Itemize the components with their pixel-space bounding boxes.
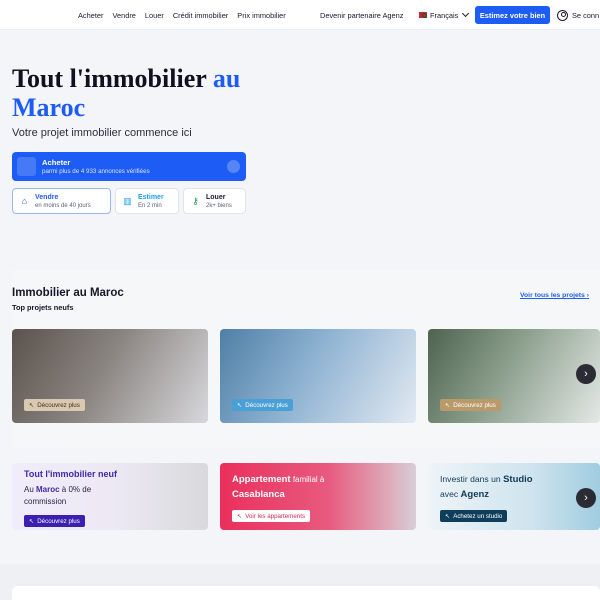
discover-label: Découvrez plus <box>453 401 496 409</box>
rent-detail: 2k+ biens <box>206 203 232 209</box>
promo-card-studio[interactable]: Investir dans un Studio avec Agenz ↖ Ache… <box>428 463 600 530</box>
project-card[interactable]: ↖ Découvrez plus <box>12 329 208 423</box>
discover-more-button[interactable]: ↖ Découvrez plus <box>440 399 501 411</box>
rent-option-card[interactable]: ⚷ Louer 2k+ biens <box>183 188 246 214</box>
next-section-card <box>12 586 600 600</box>
key-icon: ⚷ <box>192 196 199 206</box>
cursor-icon: ↖ <box>445 512 451 520</box>
project-card[interactable]: ↖ Découvrez plus <box>220 329 416 423</box>
discover-label: Découvrez plus <box>245 401 288 409</box>
chevron-down-icon <box>462 9 470 18</box>
nav-link-credit[interactable]: Crédit immobilier <box>173 11 228 20</box>
promo-studio-line2-pre: avec <box>440 489 461 499</box>
section-subtitle: Top projets neufs <box>12 303 74 312</box>
estimate-label: Estimer <box>138 194 164 201</box>
rent-label: Louer <box>206 194 226 201</box>
section-title: Immobilier au Maroc <box>12 287 124 299</box>
promo-family-cta-label: Voir les appartements <box>245 512 306 520</box>
sell-detail: en moins de 40 jours <box>35 203 91 209</box>
partner-link[interactable]: Devenir partenaire Agenz <box>320 0 403 30</box>
promo-studio-line2: avec Agenz <box>440 489 489 500</box>
promo-family-headline: Appartement familial à <box>232 474 324 485</box>
promo-studio-line1-bold: Studio <box>503 474 533 485</box>
see-all-label: Voir tous les projets <box>520 292 585 299</box>
chevron-right-icon: › <box>586 292 589 299</box>
morocco-flag-icon <box>419 12 427 18</box>
promo-new-cta-label: Découvrez plus <box>37 517 80 525</box>
cursor-icon: ↖ <box>29 517 35 525</box>
discover-more-button[interactable]: ↖ Découvrez plus <box>232 399 293 411</box>
promo-family-city: Casablanca <box>232 489 285 500</box>
login-label: Se conn <box>572 10 600 20</box>
promo-family-headline-bold: Appartement <box>232 474 291 485</box>
project-card[interactable]: ↖ Découvrez plus <box>428 329 600 423</box>
promo-studio-line2-bold: Agenz <box>460 489 490 500</box>
user-icon <box>557 9 568 21</box>
nav-links: Acheter Vendre Louer Crédit immobilier P… <box>78 0 286 30</box>
nav-link-acheter[interactable]: Acheter <box>78 11 103 20</box>
promo-new-line1-post: à 0% de <box>59 485 92 494</box>
buy-option-card[interactable]: Acheter parmi plus de 4 933 annonces vér… <box>12 152 246 181</box>
promo-card-family-apartment[interactable]: Appartement familial à Casablanca ↖ Voir … <box>220 463 416 530</box>
see-all-projects-link[interactable]: Voir tous les projets › <box>520 292 589 299</box>
promo-studio-cta-label: Achetez un studio <box>453 512 503 520</box>
promo-carousel-next-button[interactable]: › <box>576 488 596 508</box>
cursor-icon: ↖ <box>445 401 451 409</box>
buy-label: Acheter <box>42 158 71 167</box>
promo-new-line1-pre: Au <box>24 485 37 494</box>
promo-new-cta-button[interactable]: ↖ Découvrez plus <box>24 515 85 527</box>
promo-new-line2: commission <box>24 497 67 506</box>
projects-section: Immobilier au Maroc Top projets neufs Vo… <box>12 270 600 448</box>
buy-icon <box>17 157 36 176</box>
promo-new-line1-bold: Maroc <box>36 485 60 494</box>
cursor-icon: ↖ <box>237 401 243 409</box>
nav-link-louer[interactable]: Louer <box>145 11 164 20</box>
promo-new-headline: Tout l'immobilier neuf <box>24 469 117 479</box>
promo-studio-cta-button[interactable]: ↖ Achetez un studio <box>440 510 508 522</box>
top-navigation: Acheter Vendre Louer Crédit immobilier P… <box>0 0 600 30</box>
buy-detail: parmi plus de 4 933 annonces vérifiées <box>42 168 150 175</box>
sell-label: Vendre <box>35 194 59 201</box>
login-button[interactable]: Se conn <box>557 0 599 30</box>
estimate-property-button[interactable]: Estimez votre bien <box>475 6 550 24</box>
sell-option-card[interactable]: ⌂ Vendre en moins de 40 jours <box>12 188 111 214</box>
promo-family-cta-button[interactable]: ↖ Voir les appartements <box>232 510 311 522</box>
promo-new-line1: Au Maroc à 0% de <box>24 485 91 494</box>
discover-label: Découvrez plus <box>37 401 80 409</box>
house-icon: ⌂ <box>21 196 28 206</box>
estimate-option-card[interactable]: ▥ Estimer En 2 min <box>115 188 179 214</box>
hero-title: Tout l'immobilier au Maroc <box>12 64 312 122</box>
buy-arrow-icon <box>227 160 240 173</box>
hero-title-accent-country: Maroc <box>12 93 86 122</box>
nav-link-prix[interactable]: Prix immobilier <box>237 11 285 20</box>
hero-title-accent: au <box>212 64 241 93</box>
cursor-icon: ↖ <box>237 512 243 520</box>
promo-card-new-property[interactable]: Tout l'immobilier neuf Au Maroc à 0% de … <box>12 463 208 530</box>
language-label: Français <box>430 10 459 20</box>
chart-icon: ▥ <box>123 196 132 206</box>
hero-section: Tout l'immobilier au Maroc Votre projet … <box>0 30 600 248</box>
promo-studio-line1-pre: Investir dans un <box>440 474 504 484</box>
language-selector[interactable]: Français <box>419 0 470 30</box>
promo-family-headline-rest: familial à <box>290 475 325 484</box>
carousel-next-button[interactable]: › <box>576 364 596 384</box>
nav-link-vendre[interactable]: Vendre <box>112 11 135 20</box>
hero-subtitle: Votre projet immobilier commence ici <box>12 127 192 139</box>
hero-title-main: Tout l'immobilier <box>12 64 213 93</box>
promo-studio-line1: Investir dans un Studio <box>440 474 533 485</box>
cursor-icon: ↖ <box>29 401 35 409</box>
discover-more-button[interactable]: ↖ Découvrez plus <box>24 399 85 411</box>
estimate-detail: En 2 min <box>138 203 162 209</box>
